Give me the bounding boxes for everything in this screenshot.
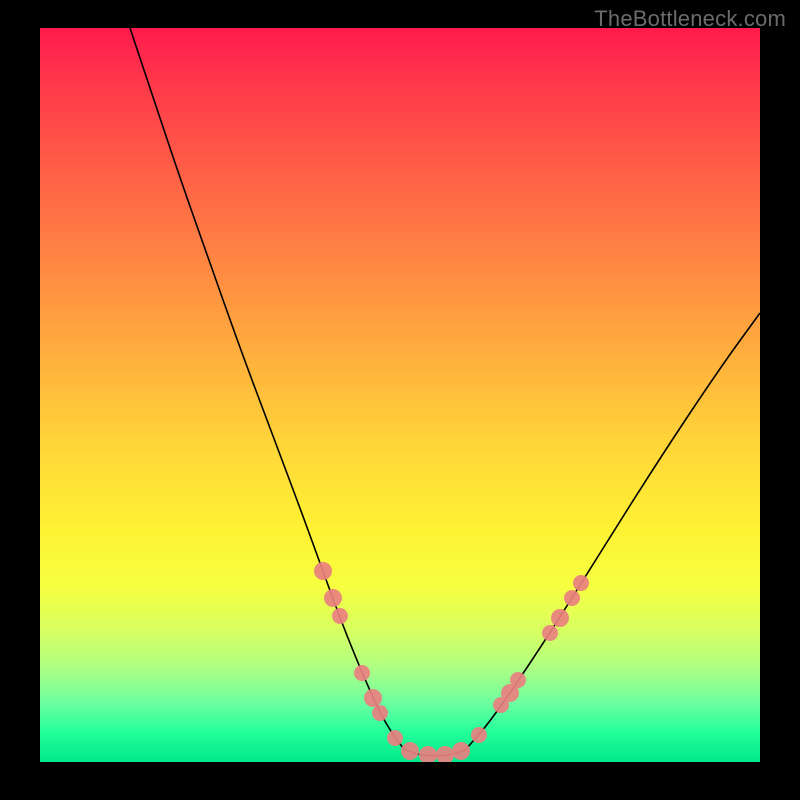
- data-bead: [324, 589, 342, 607]
- data-bead: [332, 608, 348, 624]
- data-bead: [314, 562, 332, 580]
- bottleneck-curve: [130, 28, 760, 756]
- data-bead: [542, 625, 558, 641]
- data-bead: [364, 689, 382, 707]
- data-bead: [564, 590, 580, 606]
- data-bead: [372, 705, 388, 721]
- chart-svg: [40, 28, 760, 762]
- plot-area: [40, 28, 760, 762]
- chart-frame: TheBottleneck.com: [0, 0, 800, 800]
- data-bead: [354, 665, 370, 681]
- data-bead: [401, 742, 419, 760]
- data-bead: [387, 730, 403, 746]
- watermark-text: TheBottleneck.com: [594, 6, 786, 32]
- data-beads: [314, 562, 589, 762]
- data-bead: [471, 727, 487, 743]
- data-bead: [452, 742, 470, 760]
- data-bead: [436, 746, 454, 762]
- data-bead: [510, 672, 526, 688]
- data-bead: [419, 746, 437, 762]
- data-bead: [573, 575, 589, 591]
- data-bead: [551, 609, 569, 627]
